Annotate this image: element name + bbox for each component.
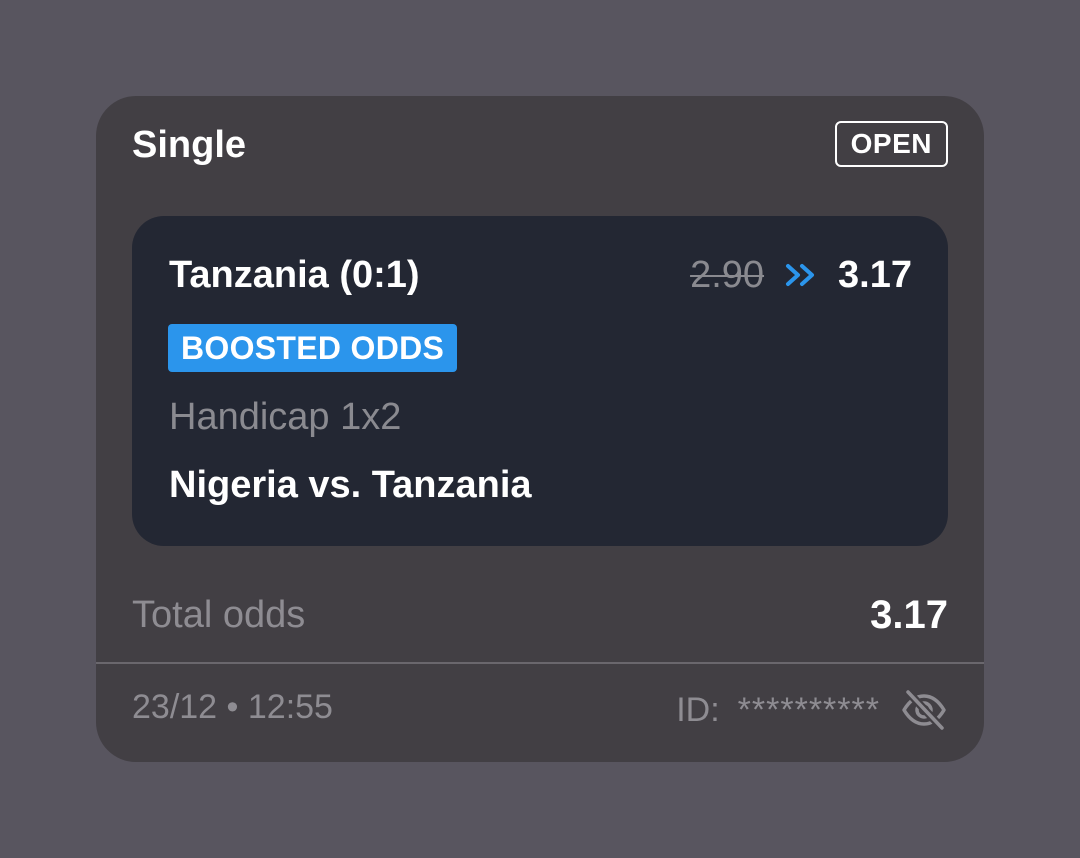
market-name: Handicap 1x2 — [169, 396, 402, 438]
selection-panel: Tanzania (0:1) 2.90 3.17 BOOSTED ODDS Ha… — [132, 216, 948, 546]
bet-datetime: 23/12 • 12:55 — [132, 688, 333, 726]
bet-type-title: Single — [132, 124, 247, 166]
footer-divider — [96, 662, 984, 664]
bet-ticket-card: Single OPEN Tanzania (0:1) 2.90 3.17 BOO… — [96, 96, 984, 762]
selection-name: Tanzania (0:1) — [169, 254, 420, 296]
new-odds: 3.17 — [838, 254, 912, 296]
status-badge: OPEN — [834, 121, 948, 167]
total-odds-value: 3.17 — [870, 593, 948, 637]
ticket-id-label: ID: — [676, 691, 720, 729]
event-name: Nigeria vs. Tanzania — [169, 464, 532, 506]
total-odds-label: Total odds — [132, 594, 306, 636]
eye-off-icon[interactable] — [900, 688, 948, 732]
double-chevron-right-icon — [784, 262, 818, 288]
odds-change-row: 2.90 3.17 — [690, 252, 912, 298]
ticket-id-value: ********** — [737, 691, 880, 729]
ticket-id-row: ID: ********** — [676, 688, 948, 732]
boosted-odds-badge: BOOSTED ODDS — [168, 324, 458, 372]
old-odds: 2.90 — [690, 254, 765, 296]
